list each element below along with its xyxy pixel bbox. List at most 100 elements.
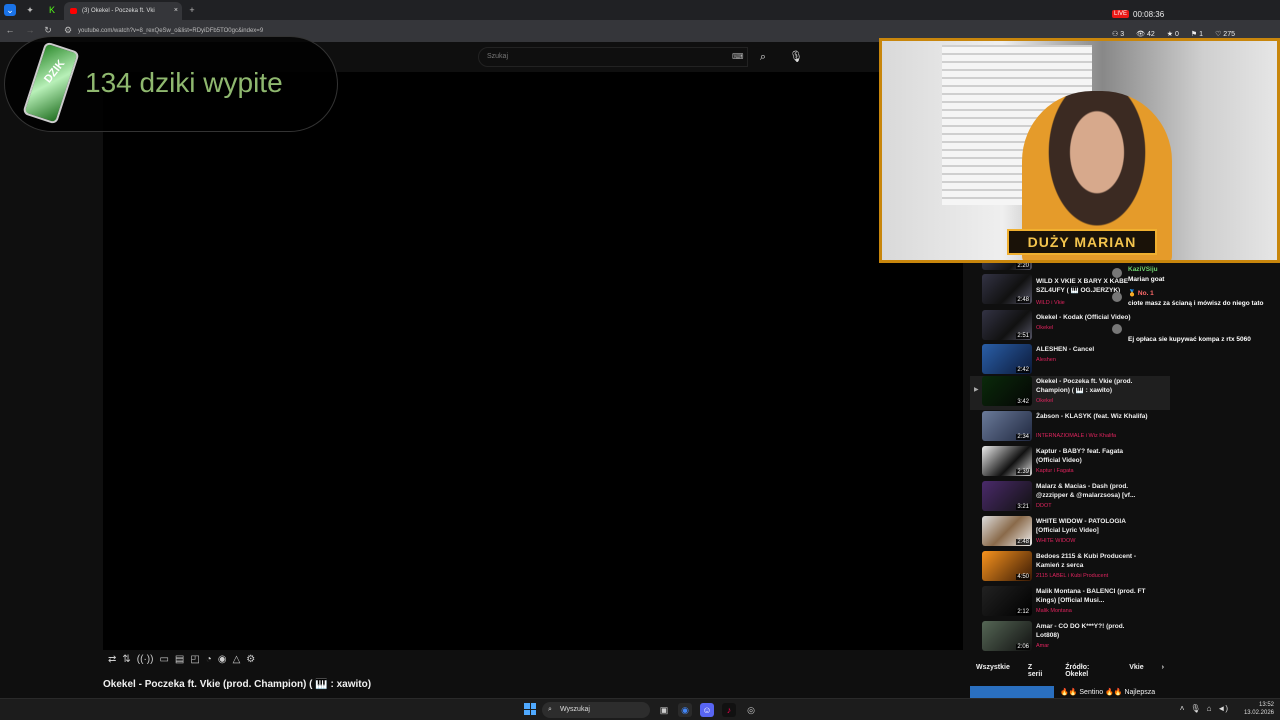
broadcast-icon[interactable]: ((·)) [137, 654, 154, 670]
sort-icon[interactable]: ⇅ [122, 654, 130, 670]
playlist-item-channel: INTERNAZIOMALE i Wiz Khalifa [1036, 433, 1117, 439]
video-title: Okekel - Poczeka ft. Vkie (prod. Champio… [103, 679, 372, 690]
clock[interactable]: 13:52 13.02.2026 [1244, 701, 1274, 717]
chip-vkie[interactable]: Vkie [1123, 662, 1149, 676]
windows-taskbar: ⌕ Wyszukaj ▣ ◉ ☺ ♪ ◎ ˄ 🎙 ⌂ ◄) 13:52 13.02… [0, 698, 1280, 720]
energy-can-icon: DZIK [22, 41, 80, 125]
microphone-icon[interactable]: 🎙 [786, 47, 806, 67]
next-video-row[interactable]: 🔥🔥 Sentino 🔥🔥 Najlepsza [970, 686, 1170, 698]
chat-username: 🏅 No. 1 [1128, 290, 1154, 297]
video-thumbnail: 2:51 [982, 310, 1032, 340]
theater-icon[interactable]: ▭ [159, 654, 168, 670]
drink-counter-overlay: DZIK 134 dziki wypite [4, 36, 338, 132]
avatar [1112, 268, 1122, 278]
playlist-item-channel: Okekel [1036, 398, 1054, 404]
tab-search-icon[interactable]: ⌄ [4, 4, 16, 16]
taskbar-search[interactable]: ⌕ Wyszukaj [542, 702, 650, 718]
clip-icon[interactable]: ▤ [175, 654, 184, 670]
close-tab-icon[interactable]: × [174, 2, 178, 20]
windows-start-icon[interactable] [524, 703, 536, 715]
video-thumbnail: 4:50 [982, 551, 1032, 581]
video-thumbnail: 2:48 [982, 516, 1032, 546]
playlist-item-channel: Amar [1036, 643, 1050, 649]
playlist-item-title: WHITE WIDOW - PATOLOGIA [Official Lyric … [1036, 518, 1126, 534]
discord-icon[interactable]: ☺ [700, 703, 714, 717]
speed-icon[interactable]: ◔ [206, 654, 212, 670]
reload-icon[interactable]: ↻ [42, 24, 54, 36]
stat-followers: ⚇ 3 [1112, 31, 1125, 38]
tab-youtube[interactable]: (3) Okekel - Poczeka ft. Vki × [64, 2, 182, 20]
playlist-item[interactable]: 3:21 Malarz & Macias - Dash (prod. @zzzi… [970, 481, 1170, 515]
playlist-item-title: Żabson - KLASYK (feat. Wiz Khalifa) [1036, 413, 1148, 420]
back-icon[interactable]: ← [4, 24, 16, 36]
next-video-title: 🔥🔥 Sentino 🔥🔥 Najlepsza [1060, 689, 1156, 696]
filter-chips: Wszystkie Z serii Źródło: Okekel Vkie › [970, 662, 1170, 678]
stat-raids: ⚑ 1 [1190, 31, 1204, 38]
mic-tray-icon[interactable]: 🎙 [1190, 704, 1200, 713]
network-icon[interactable]: ⌂ [1207, 704, 1212, 713]
chat-message: ciote masz za ścianą i mówisz do niego t… [1128, 300, 1264, 307]
clock-date: 13.02.2026 [1243, 710, 1274, 716]
playlist-item-channel: Malik Montana [1036, 608, 1072, 614]
video-thumbnail: 2:39 [982, 446, 1032, 476]
chevron-right-icon[interactable]: › [1156, 662, 1170, 676]
playlist-item[interactable]: 2:39 Kaptur - BABY? feat. Fagata (Offici… [970, 446, 1170, 480]
filter-icon[interactable]: △ [233, 654, 241, 670]
tab-title: (3) Okekel - Poczeka ft. Vki [82, 8, 155, 14]
chat-username: KaziVSiju [1128, 266, 1158, 273]
video-thumbnail: 3:21 [982, 481, 1032, 511]
search-input[interactable]: Szukaj [478, 47, 748, 67]
playlist-item-channel: Aleshen [1036, 357, 1056, 363]
task-view-icon[interactable]: ▣ [657, 703, 671, 717]
chip-series[interactable]: Z serii [1022, 662, 1053, 678]
keyboard-icon[interactable]: ⌨ [732, 52, 744, 61]
drink-counter-text: 134 dziki wypite [85, 67, 283, 98]
search-icon[interactable]: ⌕ [750, 47, 776, 67]
playlist-item-title: Kaptur - BABY? feat. Fagata (Official Vi… [1036, 448, 1124, 464]
playlist-item[interactable]: 2:48 WHITE WIDOW - PATOLOGIA [Official L… [970, 516, 1170, 550]
settings-icon[interactable]: ⚙ [246, 654, 255, 670]
chat-message: Marian goat [1128, 276, 1165, 283]
playlist-item-title: Okekel - Poczeka ft. Vkie (prod. Champio… [1036, 378, 1133, 394]
chevron-up-icon[interactable]: ˄ [1180, 704, 1185, 713]
playlist-item-title: Bedoes 2115 & Kubi Producent - Kamień z … [1036, 553, 1137, 569]
stat-likes: ♡ 275 [1215, 31, 1235, 38]
playlist-item-title: Malarz & Macias - Dash (prod. @zzzipper … [1036, 483, 1136, 499]
system-tray: ˄ 🎙 ⌂ ◄) [1180, 704, 1228, 713]
site-info-icon[interactable]: ⚙ [62, 24, 74, 36]
chrome-icon[interactable]: ◉ [678, 703, 692, 717]
video-player[interactable] [103, 72, 963, 650]
playlist-item-channel: WHITE WIDOW [1036, 538, 1076, 544]
playlist-item-channel: DDOT [1036, 503, 1052, 509]
browser-tab-bar: ⌄ ✦ K (3) Okekel - Poczeka ft. Vki × + [0, 0, 1280, 20]
screenshot-icon[interactable]: ◉ [218, 654, 227, 670]
video-thumbnail: 2:12 [982, 586, 1032, 616]
new-tab-button[interactable]: + [186, 4, 198, 16]
playlist-item[interactable]: 2:12 Malik Montana - BALENCI (prod. FT K… [970, 586, 1170, 620]
extension-icon[interactable]: ✦ [24, 4, 36, 16]
search-icon: ⌕ [548, 706, 552, 713]
playlist-item-current[interactable]: ▶ 3:42 Okekel - Poczeka ft. Vkie (prod. … [970, 376, 1170, 410]
volume-icon[interactable]: ◄) [1217, 704, 1228, 713]
chip-all[interactable]: Wszystkie [970, 662, 1016, 676]
stream-stats: LIVE 00:08:36 ⚇ 3 👁 42 ★ 0 ⚑ 1 ♡ 275 [1108, 6, 1280, 42]
player-toolbar: ⇄ ⇅ ((·)) ▭ ▤ ◰ ◔ ◉ △ ⚙ [108, 654, 328, 670]
forward-icon[interactable]: → [24, 24, 36, 36]
stream-timer: 00:08:36 [1133, 10, 1165, 19]
video-thumbnail: 2:42 [982, 344, 1032, 374]
obs-icon[interactable]: ◎ [744, 703, 758, 717]
video-thumbnail: 2:06 [982, 621, 1032, 651]
stat-subs: ★ 0 [1166, 31, 1179, 38]
youtube-favicon-icon [70, 8, 77, 14]
playlist-item[interactable]: 2:06 Amar - CO DO K***Y?! (prod. Lot808)… [970, 621, 1170, 655]
chat-message: Ej opłaca sie kupywać kompa z rtx 5060 [1128, 336, 1251, 343]
playlist-item[interactable]: 4:50 Bedoes 2115 & Kubi Producent - Kami… [970, 551, 1170, 585]
loop-icon[interactable]: ⇄ [108, 654, 116, 670]
playlist-item[interactable]: 2:34 Żabson - KLASYK (feat. Wiz Khalifa)… [970, 411, 1170, 445]
kick-icon[interactable]: K [46, 4, 58, 16]
playlist-item-channel: Kaptur i Fagata [1036, 468, 1074, 474]
tiktok-icon[interactable]: ♪ [722, 703, 736, 717]
video-thumbnail [970, 686, 1054, 698]
pip-icon[interactable]: ◰ [190, 654, 199, 670]
chip-source[interactable]: Źródło: Okekel [1059, 662, 1117, 678]
